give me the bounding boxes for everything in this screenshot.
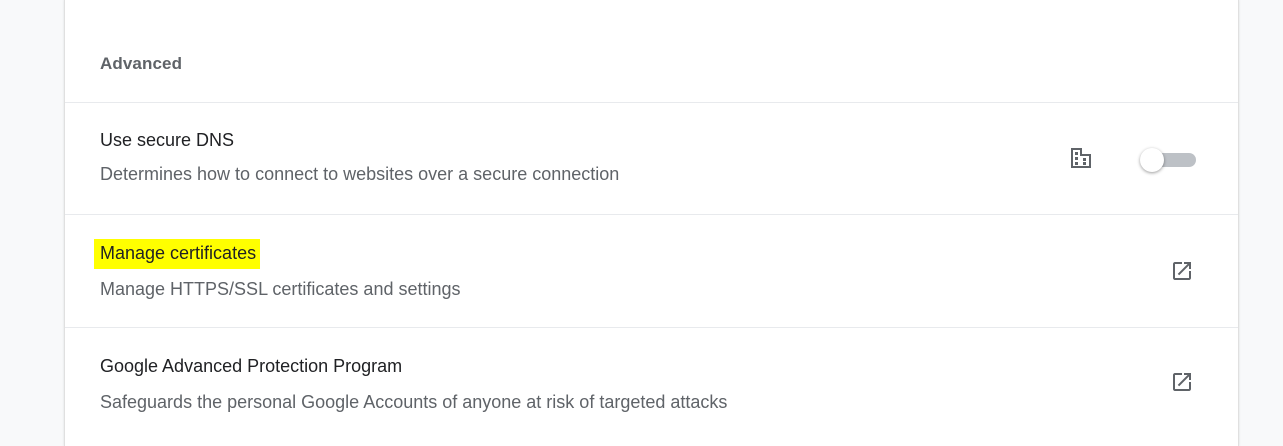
manage-certificates-title: Manage certificates [100,239,257,269]
toggle-knob [1140,148,1164,172]
advanced-protection-title: Google Advanced Protection Program [100,356,403,376]
secure-dns-title: Use secure DNS [100,130,235,150]
settings-card: Advanced Use secure DNS Determines how t… [64,0,1239,446]
external-link-icon[interactable] [1170,370,1194,394]
manage-certificates-row[interactable]: Manage certificates Manage HTTPS/SSL cer… [65,215,1238,325]
manage-certificates-description: Manage HTTPS/SSL certificates and settin… [100,279,461,299]
secure-dns-row[interactable]: Use secure DNS Determines how to connect… [65,103,1238,213]
highlight-marker: Manage certificates [100,239,257,269]
enterprise-policy-icon [1071,148,1091,168]
secure-dns-description: Determines how to connect to websites ov… [100,164,620,184]
advanced-protection-description: Safeguards the personal Google Accounts … [100,392,728,412]
section-header: Advanced [100,54,183,73]
advanced-protection-row[interactable]: Google Advanced Protection Program Safeg… [65,328,1238,438]
secure-dns-toggle[interactable] [1140,148,1198,172]
external-link-icon[interactable] [1170,259,1194,283]
